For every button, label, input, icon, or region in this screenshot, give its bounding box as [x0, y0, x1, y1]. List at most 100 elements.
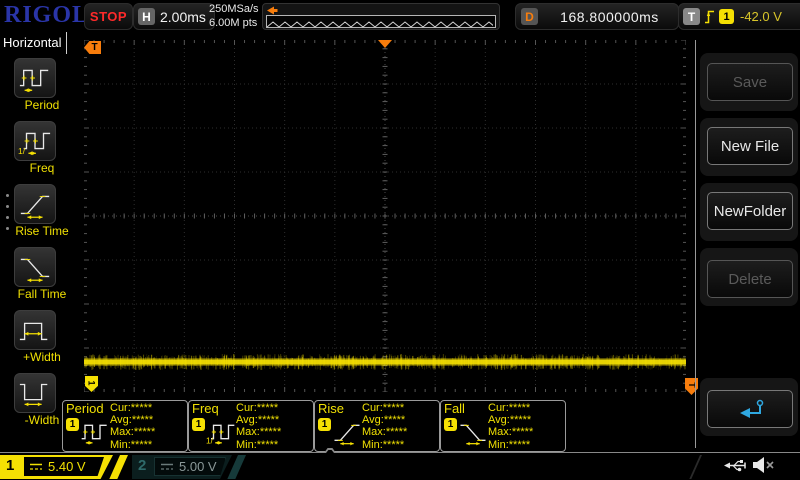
- trigger-level-marker[interactable]: T: [685, 378, 698, 395]
- fall-time-icon: [458, 417, 488, 447]
- freq-button[interactable]: 1/: [14, 121, 56, 161]
- stat-label: Cur:: [236, 402, 257, 414]
- sidebar-item-freq[interactable]: 1/: [14, 121, 56, 161]
- channel1-waveform: [84, 40, 686, 392]
- speaker-muted-icon: [752, 456, 776, 474]
- sidebar-item-plus-width-label: +Width: [0, 350, 84, 364]
- measurement-stats: Cur:***** Avg:***** Max:***** Min:*****: [110, 402, 155, 451]
- h-scale-value: 2.00ms: [160, 9, 206, 25]
- measurement-stats: Cur:***** Avg:***** Max:***** Min:*****: [488, 402, 533, 451]
- stat-value: *****: [386, 426, 407, 438]
- measurement-name: Fall: [444, 401, 465, 416]
- usb-icon: [724, 458, 748, 473]
- stat-value: *****: [257, 402, 278, 414]
- stat-label: Avg:: [488, 414, 510, 426]
- trigger-box[interactable]: T 1 -42.0 V: [678, 3, 800, 30]
- stat-value: *****: [383, 439, 404, 451]
- stat-value: *****: [384, 414, 405, 426]
- measurement-stats: Cur:***** Avg:***** Max:***** Min:*****: [236, 402, 281, 451]
- oscilloscope-screen: RIGOL STOP H 2.00ms 250MSa/s 6.00M pts D…: [0, 0, 800, 480]
- return-arrow-icon: [730, 397, 770, 421]
- stat-label: Avg:: [362, 414, 384, 426]
- measurement-panel-fall[interactable]: Fall 1 Cur:***** Avg:***** Max:***** Min…: [440, 400, 566, 452]
- measurement-name: Freq: [192, 401, 219, 416]
- channel2-number: 2: [138, 457, 146, 474]
- freq-icon: 1/: [18, 125, 52, 157]
- trigger-level-value: -42.0 V: [740, 9, 782, 24]
- measurement-panel-rise[interactable]: Rise 1 Cur:***** Avg:***** Max:***** Min…: [314, 400, 440, 452]
- sample-rate: 250MSa/s: [209, 2, 259, 16]
- period-button[interactable]: [14, 58, 56, 98]
- graticule: T 1 T: [84, 40, 686, 392]
- stat-value: *****: [131, 439, 152, 451]
- channel1-number: 1: [6, 457, 14, 474]
- fall-time-button[interactable]: [14, 247, 56, 287]
- measurement-panel-period[interactable]: Period 1 Cur:***** Avg:***** Max:***** M…: [62, 400, 188, 452]
- stat-value: *****: [134, 426, 155, 438]
- stat-label: Avg:: [110, 414, 132, 426]
- scroll-dot: [6, 194, 9, 197]
- channel-badge: 1: [66, 418, 79, 431]
- sidebar-item-fall-time[interactable]: [14, 247, 56, 287]
- acquisition-info: 250MSa/s 6.00M pts: [209, 2, 259, 30]
- period-icon: [80, 417, 110, 447]
- sidebar-item-fall-time-label: Fall Time: [0, 287, 84, 301]
- stat-label: Cur:: [488, 402, 509, 414]
- rise-time-button[interactable]: [14, 184, 56, 224]
- horizontal-position-marker-icon[interactable]: [378, 40, 392, 48]
- measurement-panel-freq[interactable]: Freq 1 1/ Cur:***** Avg:***** Max:***** …: [188, 400, 314, 452]
- sidebar-item-period[interactable]: [14, 58, 56, 98]
- plus-width-button[interactable]: [14, 310, 56, 350]
- stat-value: *****: [383, 402, 404, 414]
- svg-text:1/: 1/: [18, 146, 26, 156]
- period-icon: [18, 62, 52, 94]
- new-folder-button[interactable]: NewFolder: [707, 192, 793, 230]
- dc-coupling-icon: [30, 463, 43, 471]
- sidebar-title: Horizontal: [3, 35, 62, 50]
- waveform-preview-box[interactable]: [262, 3, 500, 30]
- rise-time-icon: [332, 417, 362, 447]
- stat-value: *****: [131, 402, 152, 414]
- new-file-button[interactable]: New File: [707, 127, 793, 165]
- sidebar-item-freq-label: Freq: [0, 161, 84, 175]
- delay-value: 168.800000ms: [560, 9, 659, 25]
- stat-label: Min:: [236, 439, 257, 451]
- sidebar-item-rise-time[interactable]: [14, 184, 56, 224]
- sidebar-item-minus-width[interactable]: [14, 373, 56, 413]
- channel1-scale: 5.40 V: [48, 459, 86, 474]
- preview-strip: [266, 15, 496, 28]
- stat-label: Max:: [110, 426, 134, 438]
- scroll-dot: [6, 205, 9, 208]
- channel2-scale: 5.00 V: [179, 459, 217, 474]
- stat-label: Cur:: [362, 402, 383, 414]
- measurement-name: Period: [66, 401, 104, 416]
- run-state-button[interactable]: STOP: [84, 3, 133, 30]
- rising-edge-icon: [704, 9, 715, 24]
- channel1-scale-box: 5.40 V: [24, 457, 104, 476]
- svg-text:1/: 1/: [206, 436, 214, 446]
- stat-value: *****: [258, 414, 279, 426]
- fall-time-icon: [18, 251, 52, 283]
- stat-label: Min:: [362, 439, 383, 451]
- freq-icon: 1/: [206, 417, 236, 447]
- stat-value: *****: [132, 414, 153, 426]
- channel-badge: 1: [192, 418, 205, 431]
- minus-width-button[interactable]: [14, 373, 56, 413]
- delay-box[interactable]: D 168.800000ms: [515, 3, 679, 30]
- back-button[interactable]: [707, 390, 793, 428]
- h-badge: H: [138, 8, 155, 25]
- delete-button[interactable]: Delete: [707, 260, 793, 298]
- save-button[interactable]: Save: [707, 63, 793, 101]
- measurement-stats: Cur:***** Avg:***** Max:***** Min:*****: [362, 402, 407, 451]
- preview-trigger-marker-icon: [266, 6, 278, 15]
- sidebar-item-plus-width[interactable]: [14, 310, 56, 350]
- sidebar-item-rise-time-label: Rise Time: [0, 224, 84, 238]
- dc-coupling-icon: [161, 463, 174, 471]
- t-badge: T: [683, 8, 700, 25]
- d-badge: D: [521, 8, 538, 25]
- horizontal-scale-box[interactable]: H 2.00ms: [133, 3, 215, 30]
- scroll-dot: [6, 216, 9, 219]
- memory-depth: 6.00M pts: [209, 16, 259, 30]
- stat-value: *****: [509, 402, 530, 414]
- run-state-label: STOP: [90, 9, 127, 24]
